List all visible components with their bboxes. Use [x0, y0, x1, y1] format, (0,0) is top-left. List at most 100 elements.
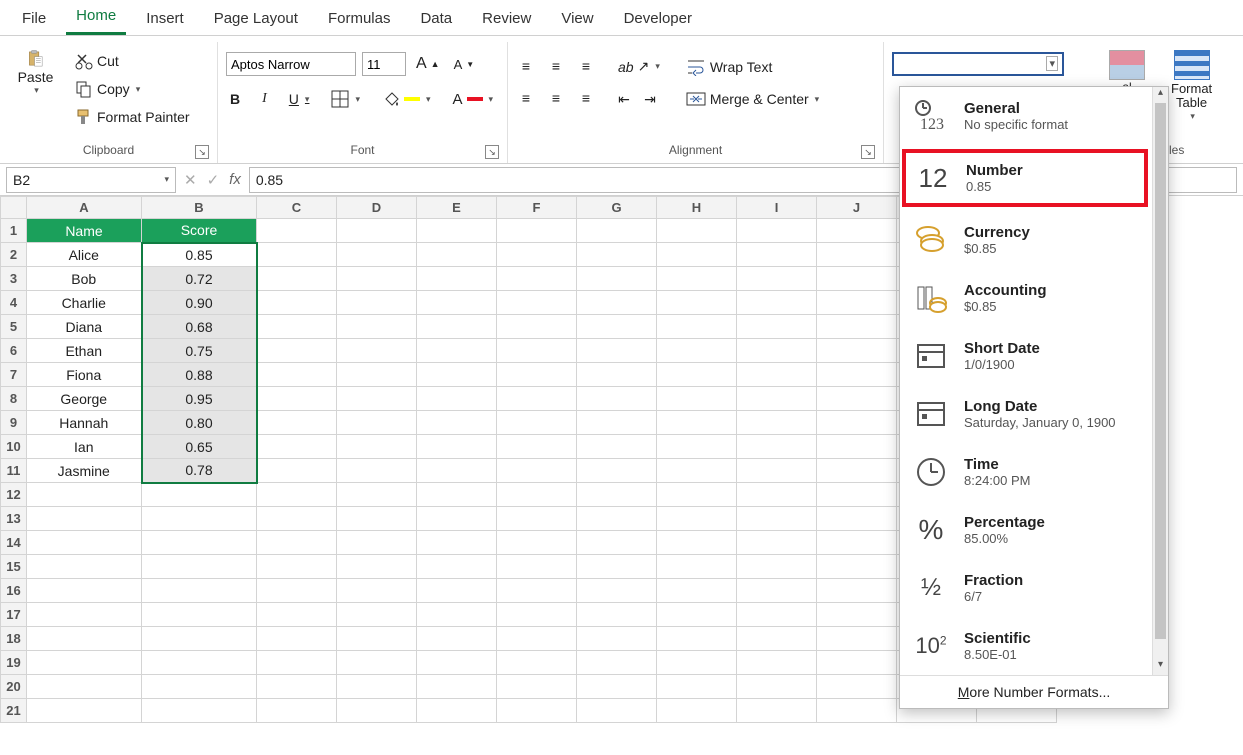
cell[interactable] [817, 555, 897, 579]
cell[interactable] [817, 363, 897, 387]
cell[interactable] [497, 459, 577, 483]
cell[interactable] [497, 555, 577, 579]
cell[interactable] [737, 675, 817, 699]
row-header[interactable]: 7 [1, 363, 27, 387]
cell[interactable] [657, 339, 737, 363]
row-header[interactable]: 20 [1, 675, 27, 699]
cell[interactable] [417, 651, 497, 675]
cell[interactable] [497, 267, 577, 291]
number-format-option-scientific[interactable]: 102Scientific8.50E-01 [900, 617, 1150, 675]
cell[interactable]: 0.78 [142, 459, 257, 483]
scroll-up-icon[interactable]: ▴ [1153, 87, 1168, 103]
cell[interactable] [337, 387, 417, 411]
select-all-corner[interactable] [1, 197, 27, 219]
increase-font-button[interactable]: A▲ [412, 53, 444, 75]
cell[interactable] [577, 267, 657, 291]
font-color-button[interactable]: A▾ [449, 89, 498, 110]
wrap-text-button[interactable]: Wrap Text [682, 56, 823, 78]
tab-review[interactable]: Review [472, 4, 541, 35]
cell[interactable] [497, 243, 577, 267]
cell[interactable] [657, 531, 737, 555]
cell[interactable] [817, 603, 897, 627]
column-header[interactable]: H [657, 197, 737, 219]
cell[interactable] [417, 315, 497, 339]
cell[interactable] [257, 483, 337, 507]
dialog-launcher-icon[interactable]: ↘ [195, 145, 209, 159]
cell[interactable] [577, 315, 657, 339]
cell[interactable] [497, 699, 577, 723]
cell[interactable] [737, 315, 817, 339]
cell[interactable] [337, 339, 417, 363]
cell[interactable]: Charlie [27, 291, 142, 315]
cell[interactable] [142, 651, 257, 675]
cell[interactable] [657, 675, 737, 699]
cell[interactable] [817, 651, 897, 675]
cell[interactable] [337, 459, 417, 483]
cell[interactable] [257, 387, 337, 411]
cell[interactable] [337, 315, 417, 339]
cell[interactable] [817, 531, 897, 555]
cell[interactable] [657, 459, 737, 483]
cell[interactable] [417, 675, 497, 699]
cell[interactable] [27, 579, 142, 603]
cell[interactable] [657, 555, 737, 579]
cell[interactable]: 0.90 [142, 291, 257, 315]
row-header[interactable]: 16 [1, 579, 27, 603]
fill-color-button[interactable]: ▾ [378, 88, 435, 110]
cell[interactable]: George [27, 387, 142, 411]
cell[interactable] [142, 603, 257, 627]
cell[interactable]: 0.65 [142, 435, 257, 459]
cell[interactable] [27, 507, 142, 531]
cell[interactable] [817, 699, 897, 723]
cell[interactable] [737, 483, 817, 507]
cell[interactable] [142, 627, 257, 651]
cell[interactable] [257, 315, 337, 339]
cell[interactable] [657, 411, 737, 435]
cell[interactable] [497, 291, 577, 315]
font-size-select[interactable] [362, 52, 406, 76]
cell[interactable] [737, 411, 817, 435]
row-header[interactable]: 21 [1, 699, 27, 723]
tab-view[interactable]: View [551, 4, 603, 35]
column-header[interactable]: C [257, 197, 337, 219]
cell[interactable] [257, 267, 337, 291]
cell[interactable] [497, 219, 577, 243]
italic-button[interactable]: I [258, 89, 271, 109]
cell[interactable] [657, 315, 737, 339]
cell[interactable] [497, 411, 577, 435]
cell[interactable] [417, 219, 497, 243]
cell[interactable] [142, 675, 257, 699]
cell[interactable]: Hannah [27, 411, 142, 435]
cell[interactable] [577, 291, 657, 315]
cell[interactable] [577, 675, 657, 699]
cell[interactable] [257, 603, 337, 627]
format-painter-button[interactable]: Format Painter [71, 106, 194, 128]
row-header[interactable]: 11 [1, 459, 27, 483]
cell[interactable]: Fiona [27, 363, 142, 387]
cell[interactable] [27, 675, 142, 699]
cell[interactable] [257, 411, 337, 435]
cell[interactable] [657, 363, 737, 387]
cell[interactable] [417, 459, 497, 483]
cell[interactable] [337, 435, 417, 459]
cell[interactable] [817, 435, 897, 459]
cell[interactable] [737, 627, 817, 651]
cell[interactable] [417, 363, 497, 387]
cell[interactable] [817, 339, 897, 363]
column-header[interactable]: F [497, 197, 577, 219]
cell[interactable] [417, 339, 497, 363]
cell[interactable] [737, 339, 817, 363]
cell[interactable] [337, 651, 417, 675]
cell[interactable] [497, 603, 577, 627]
cell[interactable] [337, 483, 417, 507]
tab-home[interactable]: Home [66, 1, 126, 35]
scrollbar[interactable]: ▴ ▾ [1152, 87, 1168, 675]
cell[interactable] [497, 483, 577, 507]
cell[interactable] [142, 507, 257, 531]
cell[interactable] [337, 363, 417, 387]
tab-page-layout[interactable]: Page Layout [204, 4, 308, 35]
cell[interactable] [142, 699, 257, 723]
cell[interactable] [257, 699, 337, 723]
row-header[interactable]: 12 [1, 483, 27, 507]
row-header[interactable]: 14 [1, 531, 27, 555]
